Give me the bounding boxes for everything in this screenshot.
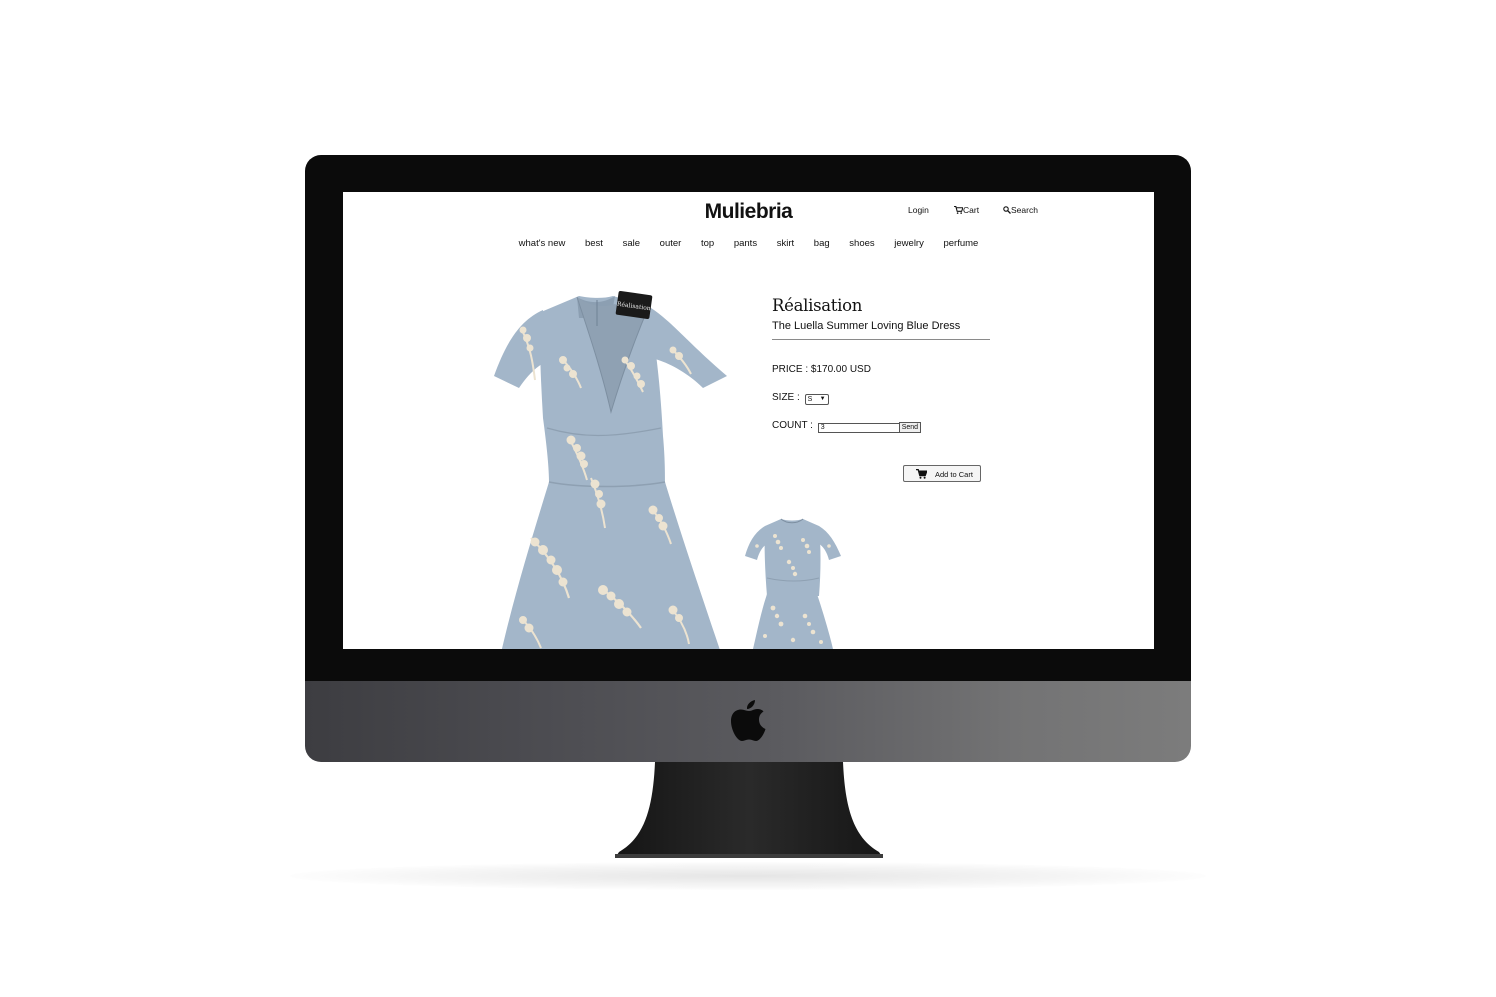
- nav-item-whats-new[interactable]: what's new: [519, 238, 566, 249]
- nav-item-sale[interactable]: sale: [623, 238, 640, 249]
- nav-item-best[interactable]: best: [585, 238, 603, 249]
- search-link-label: Search: [1011, 205, 1038, 215]
- cart-icon: [954, 205, 964, 214]
- product-main-image[interactable]: Réalisation: [491, 288, 731, 649]
- count-row: COUNT : 3 Send: [772, 420, 922, 433]
- nav-item-jewelry[interactable]: jewelry: [894, 238, 924, 249]
- search-icon: [1003, 206, 1011, 214]
- nav-item-bag[interactable]: bag: [814, 238, 830, 249]
- send-button[interactable]: Send: [898, 422, 922, 433]
- add-to-cart-label: Add to Cart: [935, 470, 973, 479]
- monitor-shadow: [290, 862, 1206, 890]
- count-label: COUNT :: [772, 420, 813, 431]
- nav-item-skirt[interactable]: skirt: [777, 238, 794, 249]
- product-thumbnail-image[interactable]: [745, 516, 841, 649]
- title-divider: [772, 339, 990, 340]
- nav-item-outer[interactable]: outer: [660, 238, 682, 249]
- monitor-stand: [615, 762, 883, 858]
- size-label: SIZE :: [772, 392, 800, 403]
- size-select[interactable]: S ▼: [804, 394, 829, 405]
- search-link[interactable]: Search: [1003, 205, 1038, 215]
- size-select-value: S: [807, 396, 813, 403]
- apple-logo-icon: [731, 700, 766, 741]
- nav-item-shoes[interactable]: shoes: [849, 238, 874, 249]
- cart-link[interactable]: Cart: [954, 205, 979, 215]
- count-input[interactable]: 3: [817, 423, 900, 433]
- product-name: The Luella Summer Loving Blue Dress: [772, 320, 961, 332]
- login-link[interactable]: Login: [908, 205, 929, 215]
- nav-item-perfume[interactable]: perfume: [943, 238, 978, 249]
- nav-item-pants[interactable]: pants: [734, 238, 757, 249]
- chevron-down-icon: ▼: [819, 396, 826, 402]
- main-nav: what's new best sale outer top pants ski…: [343, 238, 1154, 249]
- cart-link-label: Cart: [963, 205, 980, 215]
- browser-screen: Muliebria Login Cart Search what's new b…: [343, 192, 1154, 649]
- size-row: SIZE : S ▼: [772, 392, 829, 405]
- nav-item-top[interactable]: top: [701, 238, 714, 249]
- product-brand: Réalisation: [772, 296, 863, 315]
- cart-icon: [916, 469, 927, 479]
- add-to-cart-button[interactable]: Add to Cart: [903, 465, 981, 482]
- product-price: PRICE : $170.00 USD: [772, 364, 871, 375]
